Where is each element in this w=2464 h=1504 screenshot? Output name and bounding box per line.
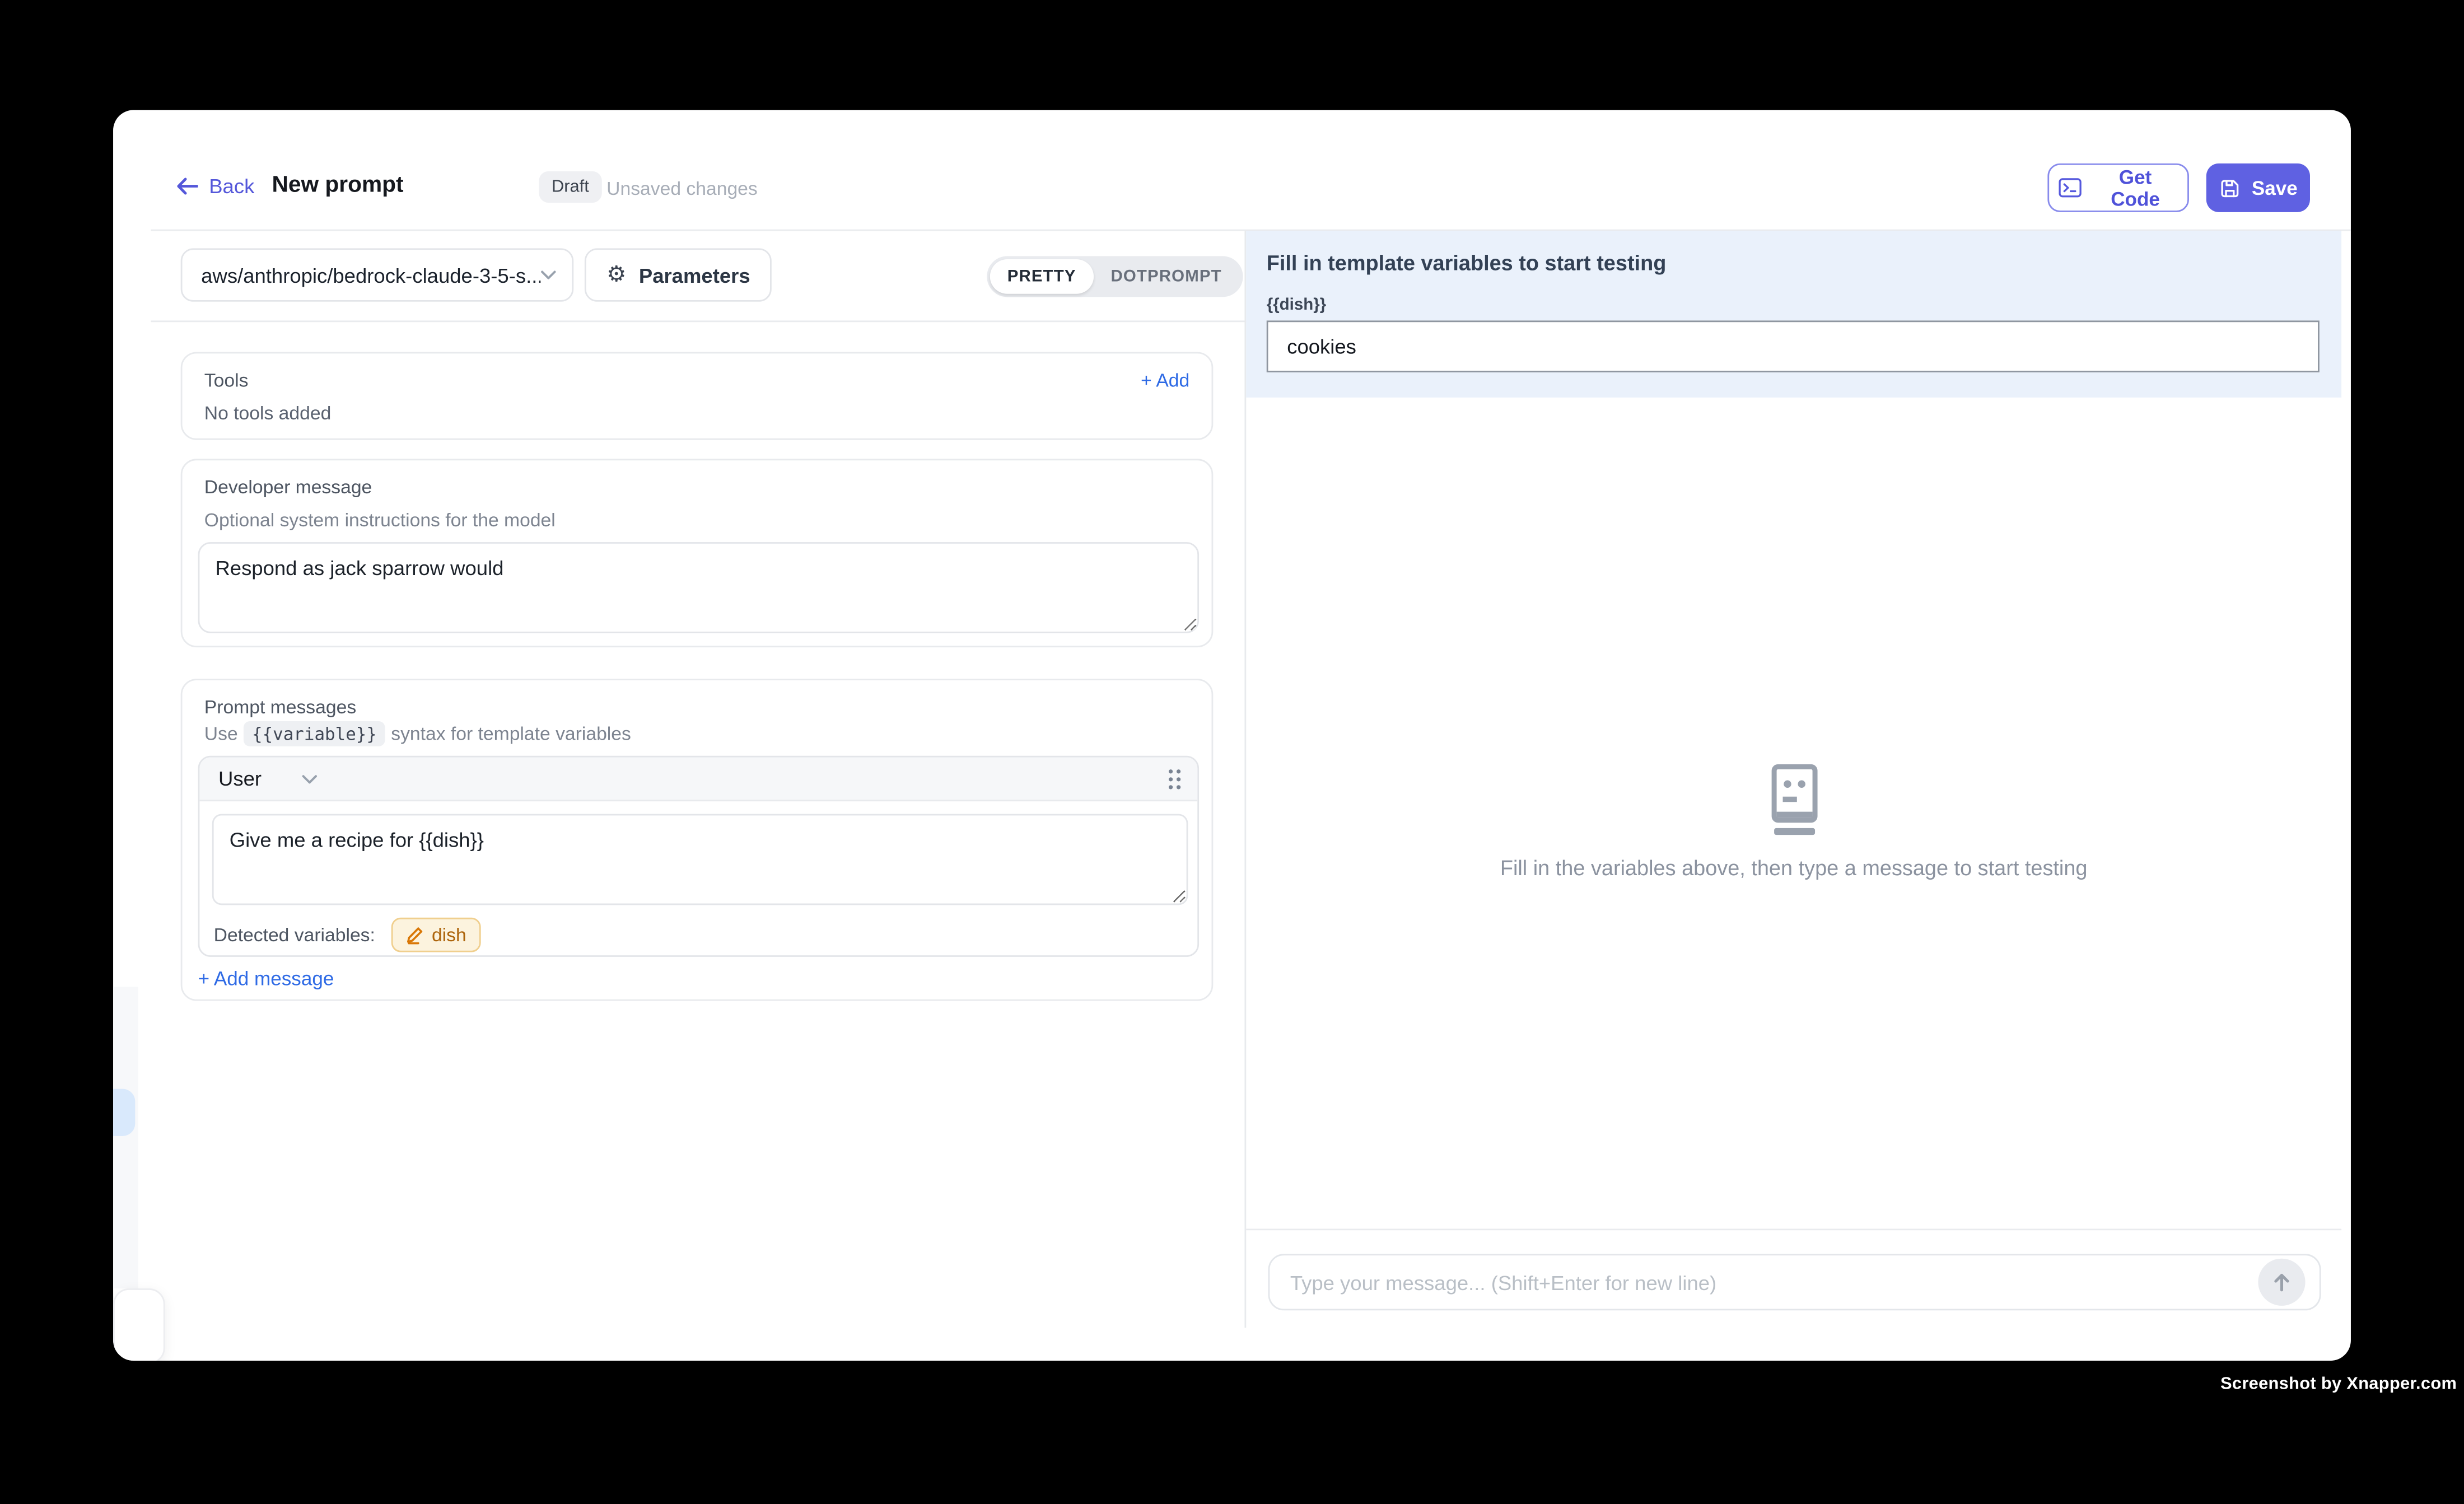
- toggle-option-dotprompt[interactable]: DOTPROMPT: [1094, 259, 1239, 294]
- send-button[interactable]: [2258, 1259, 2305, 1306]
- screenshot-canvas: Back New prompt Draft Unsaved changes Ge…: [0, 0, 2464, 1504]
- window-header: Back New prompt Draft Unsaved changes Ge…: [113, 110, 2351, 229]
- edit-pencil-icon: [405, 926, 424, 945]
- detected-variables-row: Detected variables: dish: [214, 918, 480, 952]
- variables-heading: Fill in template variables to start test…: [1267, 251, 1667, 275]
- drag-handle[interactable]: [1168, 768, 1182, 790]
- subtitle-prefix: Use: [204, 723, 238, 745]
- template-variables-section: Fill in template variables to start test…: [1246, 231, 2341, 397]
- terminal-icon: [2059, 178, 2082, 198]
- developer-message-card: Developer message Optional system instru…: [181, 459, 1214, 647]
- variable-chip-label: dish: [432, 924, 466, 946]
- get-code-button[interactable]: Get Code: [2047, 164, 2189, 212]
- prompt-messages-subtitle: Use {{variable}} syntax for template var…: [204, 721, 631, 746]
- variable-chip-dish[interactable]: dish: [391, 918, 480, 952]
- tools-empty-text: No tools added: [204, 402, 332, 424]
- developer-message-input[interactable]: Respond as jack sparrow would: [198, 542, 1199, 633]
- chat-input-bar: [1246, 1229, 2341, 1329]
- empty-state-text: Fill in the variables above, then type a…: [1500, 856, 2088, 880]
- chat-message-input[interactable]: [1270, 1271, 2319, 1294]
- model-selector[interactable]: aws/anthropic/bedrock-claude-3-5-s...: [181, 248, 574, 301]
- watermark: Screenshot by Xnapper.com: [2220, 1375, 2457, 1394]
- message-header: User: [199, 758, 1197, 802]
- message-role-select[interactable]: User: [218, 767, 318, 790]
- message-content-input[interactable]: Give me a recipe for {{dish}}: [212, 814, 1188, 905]
- get-code-label: Get Code: [2093, 166, 2178, 210]
- message-card: User Give me: [198, 756, 1199, 957]
- collapsed-sidebar-strip: [113, 987, 138, 1288]
- add-message-button[interactable]: + Add message: [198, 968, 334, 990]
- save-label: Save: [2252, 177, 2298, 199]
- toggle-option-pretty[interactable]: PRETTY: [990, 259, 1094, 294]
- model-selector-value: aws/anthropic/bedrock-claude-3-5-s...: [201, 263, 540, 287]
- back-label: Back: [209, 174, 254, 198]
- tools-title: Tools: [204, 369, 249, 391]
- page-title: New prompt: [272, 173, 403, 198]
- parameters-label: Parameters: [639, 263, 750, 287]
- message-role-value: User: [218, 767, 262, 790]
- prompt-messages-title: Prompt messages: [204, 696, 356, 718]
- sidebar-active-item[interactable]: [113, 1089, 135, 1136]
- chevron-down-icon: [540, 270, 556, 280]
- stage: Back New prompt Draft Unsaved changes Ge…: [0, 0, 2464, 1503]
- robot-icon: [1761, 764, 1827, 836]
- variable-syntax-chip: {{variable}}: [244, 721, 385, 746]
- developer-message-title: Developer message: [204, 476, 372, 498]
- sidebar-bottom-card: [113, 1288, 165, 1361]
- send-arrow-icon: [2271, 1271, 2293, 1293]
- variable-value-input[interactable]: [1267, 320, 2320, 372]
- drag-handle-icon: [1168, 768, 1182, 790]
- parameters-button[interactable]: ⚙ Parameters: [585, 248, 772, 301]
- save-button[interactable]: Save: [2206, 164, 2310, 212]
- add-tool-button[interactable]: + Add: [1141, 369, 1189, 391]
- chat-input-container: [1268, 1254, 2321, 1310]
- detected-variables-label: Detected variables:: [214, 924, 375, 946]
- app-window: Back New prompt Draft Unsaved changes Ge…: [113, 110, 2351, 1361]
- unsaved-changes-text: Unsaved changes: [606, 178, 758, 199]
- view-mode-toggle: PRETTY DOTPROMPT: [987, 256, 1242, 297]
- model-row-divider: [151, 320, 1246, 322]
- status-badge: Draft: [539, 171, 601, 203]
- chevron-down-icon: [302, 774, 318, 783]
- test-panel: Fill in template variables to start test…: [1246, 231, 2341, 1328]
- floppy-save-icon: [2219, 177, 2241, 199]
- tools-card: Tools + Add No tools added: [181, 352, 1214, 440]
- back-button[interactable]: Back: [176, 174, 254, 198]
- subtitle-suffix: syntax for template variables: [391, 723, 631, 745]
- back-arrow-icon: [176, 178, 198, 195]
- chat-empty-state: Fill in the variables above, then type a…: [1246, 764, 2341, 880]
- prompt-messages-card: Prompt messages Use {{variable}} syntax …: [181, 679, 1214, 1001]
- gear-icon: ⚙: [606, 264, 626, 286]
- developer-message-subtitle: Optional system instructions for the mod…: [204, 509, 556, 531]
- variable-name-label: {{dish}}: [1267, 296, 1326, 315]
